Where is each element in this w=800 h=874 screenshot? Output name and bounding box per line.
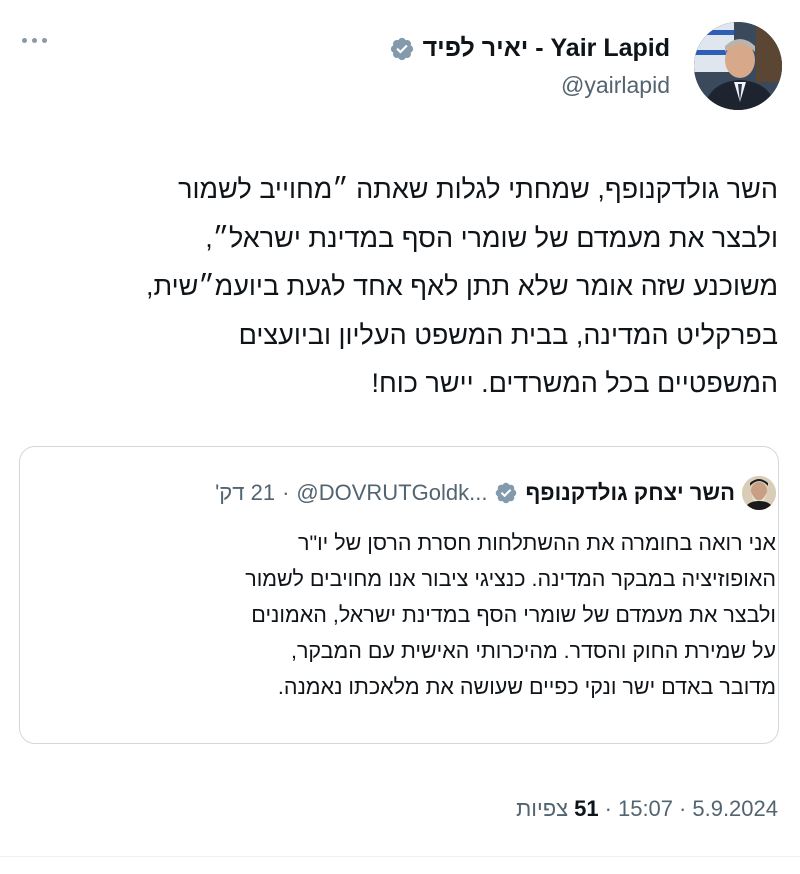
tweet-text-line: בפרקליט המדינה, בבית המשפט העליון וביועצ… (238, 319, 778, 350)
tweet-text-line: ולבצר את מעמדם של שומרי הסף במדינת ישראל… (205, 222, 778, 253)
tweet-meta: צפיות 51 · 15:07 · 5.9.2024 (516, 796, 778, 822)
author-name[interactable]: יאיר לפיד - Yair Lapid (423, 34, 670, 63)
quoted-avatar-photo (742, 476, 776, 510)
quoted-tweet-header: השר יצחק גולדקנופף @DOVRUTGoldk... · 21 … (215, 476, 776, 510)
views-label: צפיות (516, 796, 569, 821)
verified-badge-icon (496, 482, 517, 504)
meta-separator: · (679, 796, 687, 821)
more-dot (22, 38, 27, 43)
avatar[interactable] (694, 22, 782, 110)
tweet-time[interactable]: 15:07 (618, 796, 673, 822)
divider (0, 856, 800, 857)
quoted-text-line: אני רואה בחומרה את ההשתלחות חסרת הרסן של… (297, 531, 776, 555)
quoted-text-line: על שמירת החוק והסדר. מהיכרותי האישית עם … (290, 639, 776, 663)
quoted-text-line: האופוזיציה במבקר המדינה. כנציגי ציבור אנ… (245, 567, 776, 591)
meta-separator: · (604, 796, 612, 821)
tweet-text-line: השר גולדקנופף, שמחתי לגלות שאתה ״מחוייב … (178, 174, 778, 204)
tweet-date[interactable]: 5.9.2024 (692, 796, 778, 822)
quoted-author-handle[interactable]: @DOVRUTGoldk... (296, 480, 487, 506)
avatar-photo (694, 22, 782, 110)
more-options-icon[interactable] (22, 38, 47, 43)
views-count: 51 (574, 796, 599, 821)
quoted-avatar[interactable] (742, 476, 776, 510)
verified-badge-icon (390, 37, 413, 60)
quoted-author-name[interactable]: השר יצחק גולדקנופף (525, 480, 735, 506)
tweet-author[interactable]: יאיר לפיד - Yair Lapid (389, 34, 670, 63)
quoted-text-line: מדובר באדם ישר ונקי כפיים שעושה את מלאכת… (277, 675, 776, 699)
quoted-tweet-text: אני רואה בחומרה את ההשתלחות חסרת הרסן של… (36, 525, 776, 705)
quoted-text-line: ולבצר את מעמדם של שומרי הסף במדינת ישראל… (251, 603, 776, 627)
tweet-text-line: המשפטיים בכל המשרדים. יישר כוח! (371, 368, 779, 398)
quoted-timestamp[interactable]: 21 דק' (215, 480, 275, 506)
tweet-text: השר גולדקנופף, שמחתי לגלות שאתה ״מחוייב … (18, 165, 778, 408)
more-dot (32, 38, 37, 43)
author-handle[interactable]: @yairlapid (561, 72, 670, 99)
tweet-text-line: משוכנע שזה אומר שלא תתן לאף אחד לגעת ביו… (146, 271, 778, 301)
quoted-separator: · (282, 480, 290, 505)
more-dot (42, 38, 47, 43)
